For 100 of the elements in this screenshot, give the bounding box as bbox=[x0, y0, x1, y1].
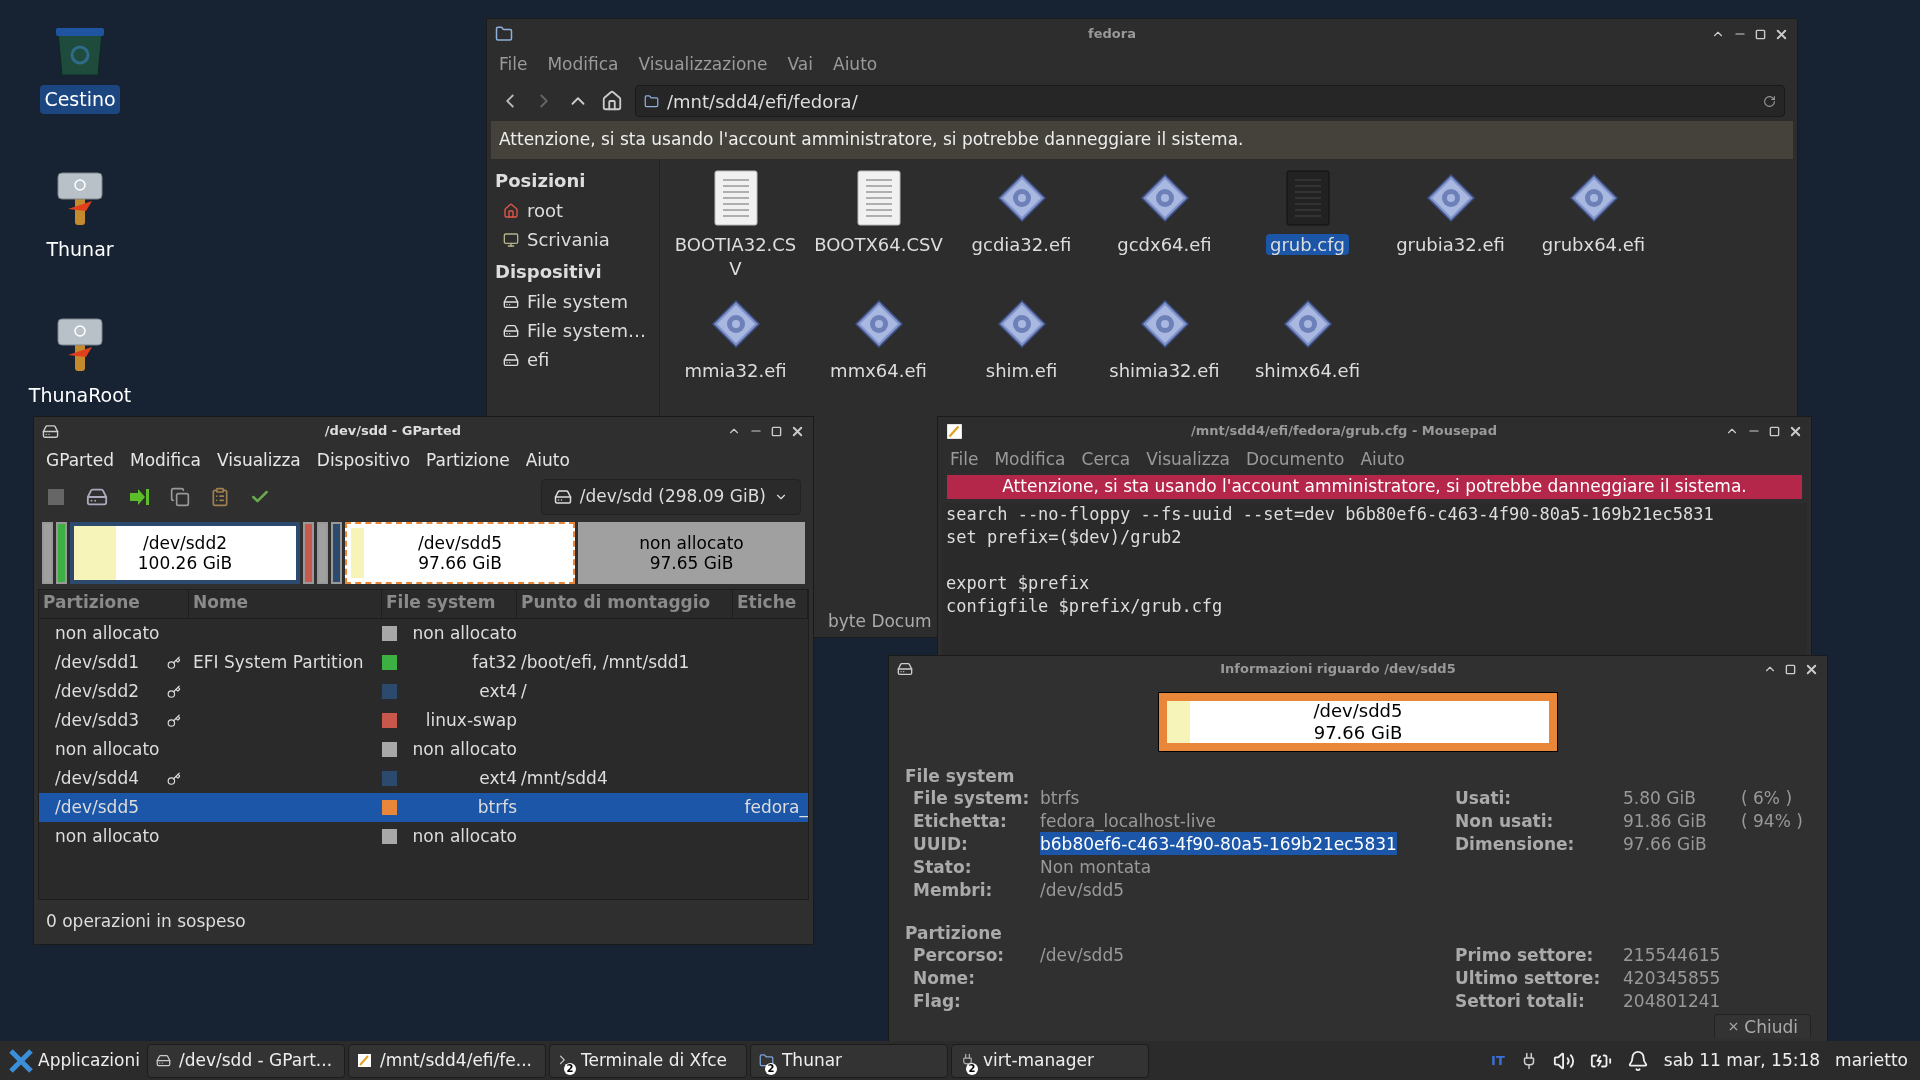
directory-entry[interactable]: gcdia32.efi bbox=[950, 167, 1093, 285]
directory-entry[interactable]: mmia32.efi bbox=[664, 293, 807, 411]
close-button[interactable]: Chiudi bbox=[1714, 1014, 1811, 1038]
notifications-icon[interactable] bbox=[1626, 1049, 1649, 1072]
path-field[interactable]: /mnt/sdd4/efi/fedora/ bbox=[635, 85, 1785, 117]
directory-entry[interactable]: shimx64.efi bbox=[1236, 293, 1379, 411]
taskbar-button[interactable]: 2 Thunar bbox=[749, 1043, 948, 1078]
sidebar-item[interactable]: Scrivania bbox=[495, 225, 651, 254]
folder-icon bbox=[495, 25, 513, 43]
maximize-icon[interactable] bbox=[1755, 28, 1766, 40]
file-name: BOOTIA32.CSV bbox=[673, 233, 798, 281]
directory-entry[interactable]: gcdx64.efi bbox=[1093, 167, 1236, 285]
device-dropdown[interactable]: /dev/sdd (298.09 GiB) bbox=[540, 479, 801, 515]
directory-entry[interactable]: grubia32.efi bbox=[1379, 167, 1522, 285]
taskbar-button[interactable]: 2 Terminale di Xfce bbox=[548, 1043, 747, 1078]
partition-row[interactable]: /dev/sdd2 ext4 / bbox=[39, 677, 808, 706]
notepad-icon bbox=[946, 422, 963, 440]
field-label: UUID: bbox=[912, 833, 969, 855]
table-cell-text: non allocato bbox=[412, 824, 517, 848]
drive-icon bbox=[42, 422, 59, 440]
directory-entry[interactable]: mmx64.efi bbox=[807, 293, 950, 411]
menu-item[interactable]: Documento bbox=[1246, 447, 1345, 473]
column-header[interactable]: File system bbox=[382, 590, 517, 618]
menu-item[interactable]: Modifica bbox=[547, 52, 619, 78]
field-value: btrfs bbox=[1040, 787, 1080, 809]
partition-segment[interactable]: /dev/sdd2 100.26 GiB bbox=[70, 522, 300, 584]
partition-size: 97.65 GiB bbox=[649, 553, 734, 573]
field-value: /dev/sdd5 bbox=[1040, 879, 1125, 901]
resize-arrow-icon[interactable] bbox=[128, 487, 150, 507]
maximize-icon[interactable] bbox=[771, 425, 782, 437]
menu-item[interactable]: Modifica bbox=[130, 448, 202, 474]
window-count-badge: 2 bbox=[965, 1062, 978, 1075]
partition-segment[interactable]: /dev/sdd5 97.66 GiB bbox=[345, 522, 575, 584]
desktop-icon-label[interactable]: Cestino bbox=[40, 85, 120, 114]
sidebar-item[interactable]: root bbox=[495, 196, 651, 225]
directory-entry[interactable]: shim.efi bbox=[950, 293, 1093, 411]
unallocated-segment[interactable]: non allocato 97.65 GiB bbox=[578, 522, 805, 584]
partition-size: 100.26 GiB bbox=[137, 553, 233, 573]
partition-label: /dev/sdd5 bbox=[418, 533, 502, 553]
menu-item[interactable]: Visualizza bbox=[1146, 447, 1230, 473]
user-name[interactable]: marietto bbox=[1835, 1047, 1908, 1074]
gear-diamond-icon bbox=[996, 299, 1047, 349]
partition-row[interactable]: non allocato non allocato bbox=[39, 735, 808, 764]
partition-row[interactable]: non allocato non allocato bbox=[39, 619, 808, 648]
column-header[interactable]: Punto di montaggio bbox=[517, 590, 733, 618]
partition-segment[interactable] bbox=[331, 522, 342, 584]
table-cell: /mnt/sdd4 bbox=[521, 767, 608, 788]
table-cell: /boot/efi, /mnt/sdd1 bbox=[521, 651, 690, 672]
maximize-icon[interactable] bbox=[1785, 663, 1796, 675]
directory-entry[interactable]: grub.cfg bbox=[1236, 167, 1379, 285]
field-value: ( 94% ) bbox=[1741, 810, 1803, 832]
taskbar-button[interactable]: 2 virt-manager bbox=[950, 1043, 1149, 1078]
column-header[interactable]: Partizione bbox=[39, 590, 189, 618]
sidebar-item[interactable]: File system bbox=[495, 287, 651, 316]
menu-item[interactable]: GParted bbox=[46, 448, 114, 474]
reload-icon[interactable] bbox=[1763, 94, 1776, 108]
taskbar-button[interactable]: /dev/sdd - GPart... bbox=[146, 1043, 345, 1078]
paste-icon[interactable] bbox=[210, 487, 230, 507]
partition-row[interactable]: non allocato non allocato bbox=[39, 822, 808, 851]
folder-icon bbox=[644, 93, 659, 109]
maximize-icon[interactable] bbox=[1769, 425, 1780, 437]
partition-row[interactable]: /dev/sdd1 EFI System Partition fat32 /boot/efi, /mnt/sdd1 bbox=[39, 648, 808, 677]
menu-item[interactable]: Visualizzazione bbox=[638, 52, 768, 78]
desktop-icon-label[interactable]: ThunaRoot bbox=[24, 381, 136, 410]
menu-item[interactable]: Cerca bbox=[1081, 447, 1131, 473]
desktop-icon-label[interactable]: Thunar bbox=[42, 235, 118, 264]
directory-entry[interactable]: shimia32.efi bbox=[1093, 293, 1236, 411]
menu-item[interactable]: Visualizza bbox=[217, 448, 301, 474]
sidebar-item[interactable]: File system… bbox=[495, 316, 651, 345]
directory-entry[interactable]: grubx64.efi bbox=[1522, 167, 1665, 285]
directory-entry[interactable]: BOOTIA32.CSV bbox=[664, 167, 807, 285]
menu-item[interactable]: Dispositivo bbox=[316, 448, 411, 474]
directory-entry[interactable]: BOOTX64.CSV bbox=[807, 167, 950, 285]
sidebar-item[interactable]: efi bbox=[495, 345, 651, 374]
cross-logo-icon bbox=[8, 1047, 34, 1074]
menu-item[interactable]: File bbox=[499, 52, 528, 78]
taskbar-button[interactable]: /mnt/sdd4/efi/fe... bbox=[347, 1043, 546, 1078]
menu-item[interactable]: Vai bbox=[787, 52, 813, 78]
column-header[interactable]: Nome bbox=[189, 590, 382, 618]
copy-icon[interactable] bbox=[170, 487, 190, 507]
clock[interactable]: sab 11 mar, 15:18 bbox=[1663, 1047, 1821, 1074]
applications-menu-button[interactable]: Applicazioni bbox=[4, 1043, 144, 1078]
partition-row[interactable]: /dev/sdd5 btrfs fedora_ bbox=[39, 793, 808, 822]
field-label: Dimensione: bbox=[1455, 833, 1576, 855]
menu-item[interactable]: Aiuto bbox=[1360, 447, 1405, 473]
partition-row[interactable]: /dev/sdd3 linux-swap bbox=[39, 706, 808, 735]
partition-row[interactable]: /dev/sdd4 ext4 /mnt/sdd4 bbox=[39, 764, 808, 793]
file-name: grubia32.efi bbox=[1395, 233, 1506, 257]
menu-item[interactable]: Partizione bbox=[426, 448, 510, 474]
table-cell: EFI System Partition bbox=[193, 651, 364, 672]
home-icon[interactable] bbox=[601, 90, 623, 112]
gear-diamond-icon bbox=[996, 173, 1047, 223]
trash-bin-icon bbox=[54, 25, 106, 77]
table-cell-text: /dev/sdd1 bbox=[55, 650, 140, 674]
menu-item[interactable]: File bbox=[950, 447, 979, 473]
column-header[interactable]: Etiche bbox=[733, 590, 808, 618]
menu-item[interactable]: Modifica bbox=[994, 447, 1066, 473]
drive-icon[interactable] bbox=[86, 486, 108, 508]
menu-item[interactable]: Aiuto bbox=[525, 448, 570, 474]
menu-item[interactable]: Aiuto bbox=[833, 52, 878, 78]
